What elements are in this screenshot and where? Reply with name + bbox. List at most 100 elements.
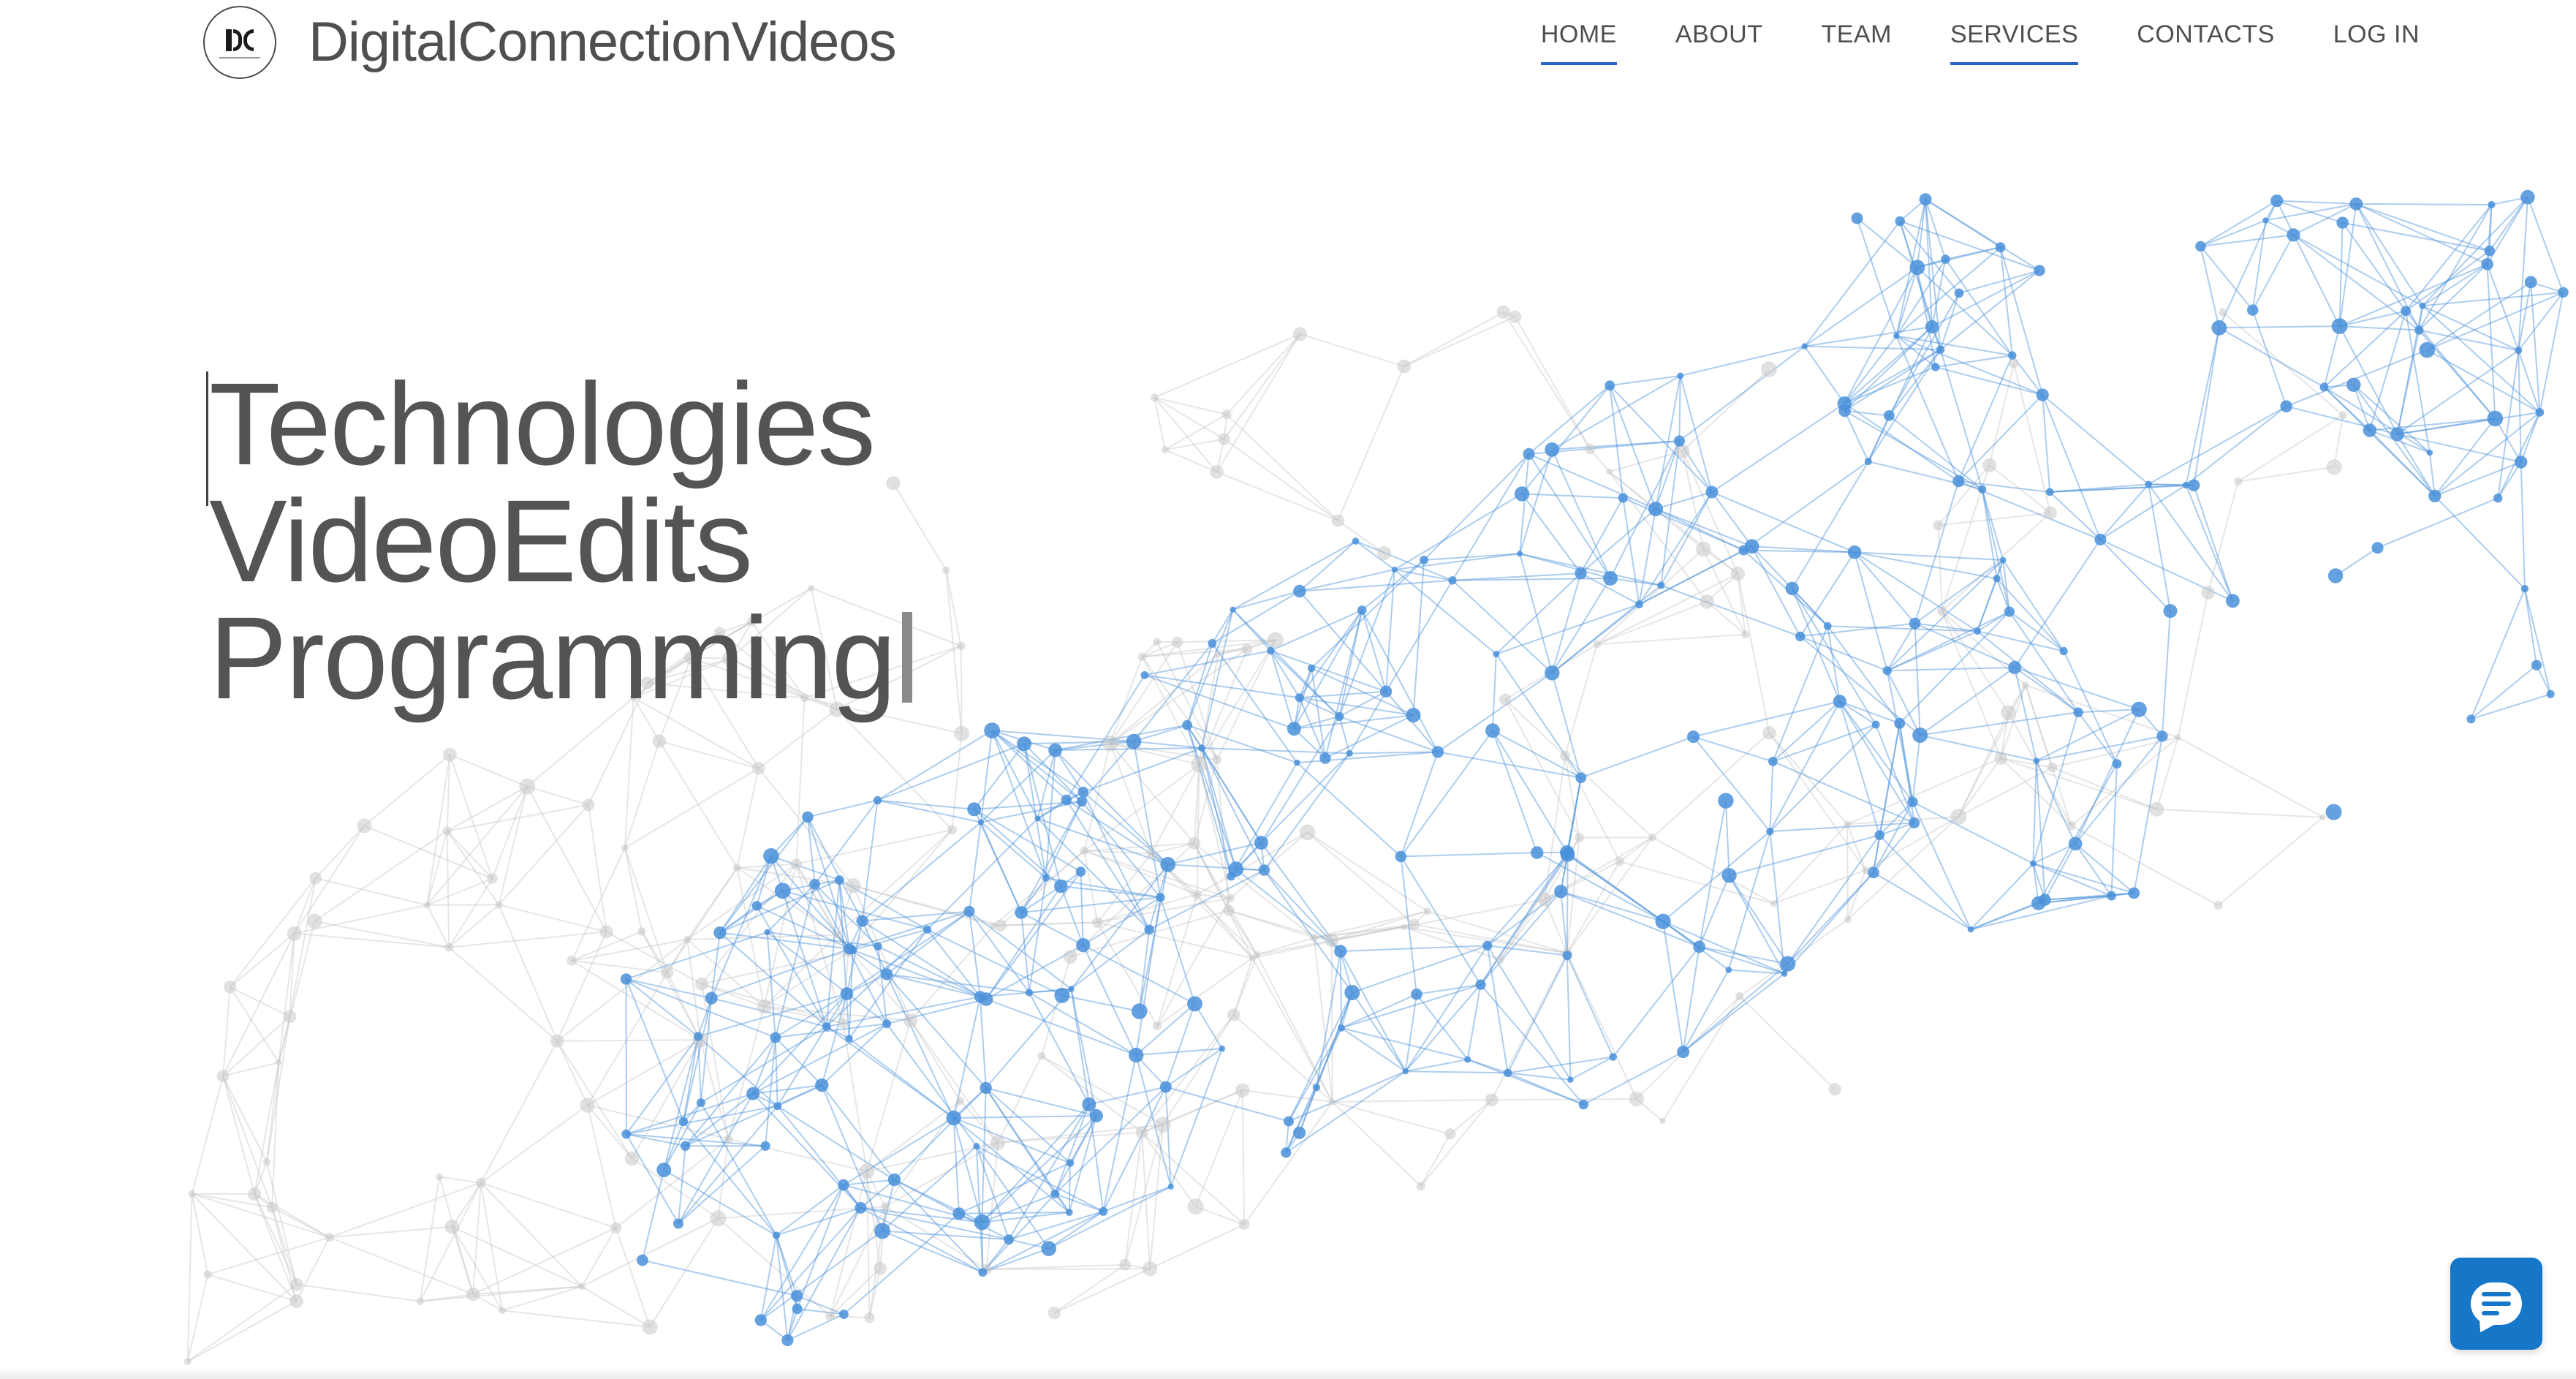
network-node [1785, 581, 1799, 596]
network-node [1089, 1108, 1103, 1123]
network-link [480, 1040, 558, 1184]
network-node [1155, 1117, 1171, 1133]
network-node [1993, 575, 2001, 583]
network-node [1780, 956, 1796, 972]
network-link [472, 1182, 482, 1295]
network-node [2520, 189, 2535, 205]
network-link [186, 1274, 209, 1362]
network-link [222, 1076, 256, 1195]
network-node [1475, 979, 1486, 990]
network-node [1575, 833, 1584, 842]
network-node [1167, 1183, 1174, 1190]
network-node [283, 1010, 297, 1024]
network-node [2128, 887, 2140, 899]
network-link [625, 1133, 679, 1225]
network-link [1560, 891, 1700, 948]
network-link [556, 931, 607, 1042]
network-node [864, 1312, 875, 1323]
network-link [2002, 559, 2065, 652]
network-link [1958, 270, 2040, 294]
network-node [754, 1314, 768, 1326]
network-node [2515, 347, 2523, 355]
network-node [1346, 749, 1353, 757]
network-node [262, 1158, 271, 1166]
network-node [1352, 537, 1360, 545]
nav-contacts[interactable]: CONTACTS [2137, 20, 2274, 65]
network-node [791, 1290, 803, 1302]
network-link [1437, 751, 1581, 779]
network-link [1773, 823, 1848, 904]
network-link [787, 1313, 844, 1341]
network-node [1254, 836, 1268, 850]
network-link [1944, 259, 2013, 356]
network-link [1467, 1059, 1509, 1074]
network-link [736, 768, 759, 868]
network-node [845, 1035, 853, 1043]
network-node [683, 935, 692, 943]
network-node [2262, 217, 2269, 224]
network-node [1634, 600, 1643, 609]
nav-services[interactable]: SERVICES [1950, 20, 2079, 65]
network-node [990, 1135, 1006, 1151]
network-node [1659, 1118, 1666, 1125]
network-node [287, 926, 302, 941]
network-link [1739, 995, 1836, 1090]
network-node [1402, 1068, 1409, 1075]
network-link [499, 904, 607, 933]
network-link [329, 1225, 452, 1239]
network-link [2251, 309, 2287, 407]
network-link [1296, 762, 1402, 858]
network-node [1063, 950, 1077, 964]
chat-button[interactable] [2450, 1258, 2542, 1350]
network-node [1978, 485, 1987, 494]
network-link [191, 1193, 209, 1275]
network-node [1444, 1128, 1456, 1140]
network-link [886, 973, 955, 1119]
network-node [1448, 576, 1457, 585]
network-node [1781, 970, 1788, 977]
network-node [2487, 410, 2504, 427]
network-link [2397, 412, 2540, 435]
hero-line-programming: Programming [209, 600, 913, 717]
network-link [821, 1023, 887, 1086]
network-link [446, 831, 450, 948]
network-link [1970, 863, 2034, 930]
network-link [2193, 485, 2234, 602]
network-node [1677, 372, 1684, 379]
logo-link[interactable]: DigitalConnectionVideos [203, 6, 897, 79]
network-link [186, 1193, 193, 1362]
network-node [266, 1201, 278, 1213]
nav-log-in[interactable]: LOG IN [2333, 20, 2420, 65]
network-link [2422, 291, 2564, 307]
network-node [289, 1294, 304, 1308]
network-link [659, 740, 738, 869]
nav-about[interactable]: ABOUT [1675, 20, 1763, 65]
network-node [1618, 493, 1628, 503]
network-node [1423, 907, 1431, 915]
network-link [439, 1176, 474, 1295]
network-link [1925, 198, 2001, 249]
network-link [2156, 808, 2323, 818]
network-link [642, 1259, 798, 1297]
nav-home[interactable]: HOME [1540, 20, 1617, 65]
network-node [1725, 967, 1732, 973]
network-node [652, 734, 667, 748]
network-node [1188, 836, 1201, 850]
network-link [572, 938, 688, 961]
network-node [1874, 830, 1884, 840]
network-node [1312, 1084, 1320, 1092]
nav-team[interactable]: TEAM [1821, 20, 1891, 65]
network-node [710, 1210, 727, 1227]
network-link [1567, 854, 1700, 948]
network-link [1769, 724, 1876, 832]
network-link [2471, 693, 2551, 720]
network-node [1994, 752, 2007, 765]
network-node [733, 864, 741, 872]
network-node [1864, 458, 1872, 466]
network-link [960, 646, 963, 734]
network-node [1140, 670, 1149, 679]
network-node [2414, 325, 2424, 335]
network-node [1119, 1258, 1131, 1271]
network-link [1856, 218, 1898, 336]
network-node [1137, 652, 1147, 661]
